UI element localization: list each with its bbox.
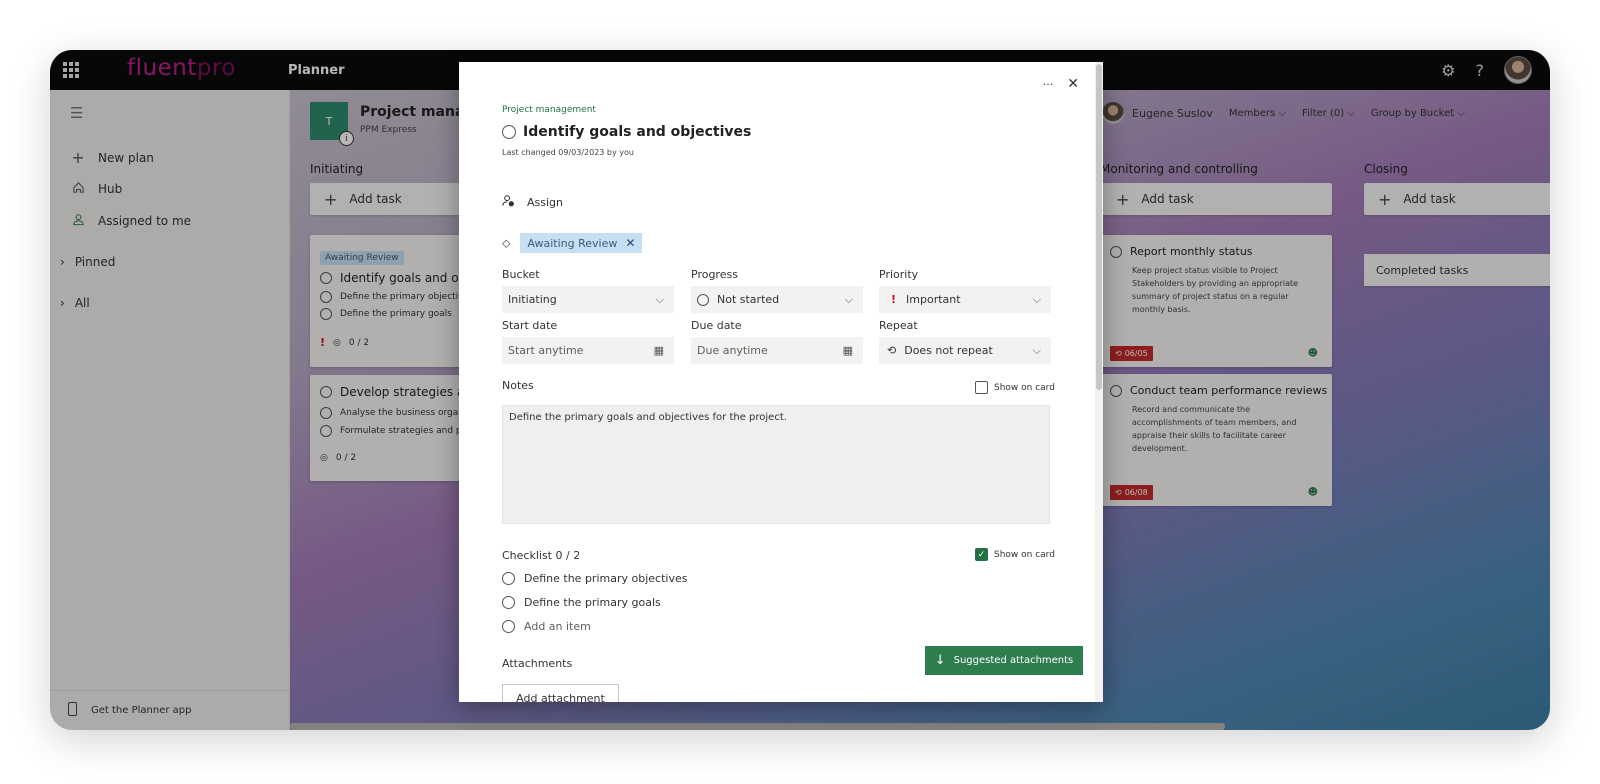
calendar-icon: ▦ <box>842 344 853 357</box>
start-date-label: Start date <box>502 319 558 332</box>
assign-person-icon <box>502 194 515 210</box>
chevron-down-icon: ⌵ <box>1032 343 1041 357</box>
calendar-icon: ▦ <box>653 344 664 357</box>
dialog-actions: ··· ✕ <box>1043 76 1079 92</box>
label-tag[interactable]: Awaiting Review ✕ <box>520 233 643 253</box>
chevron-down-icon: ⌵ <box>844 292 853 306</box>
add-item-circle-icon <box>502 620 515 633</box>
checklist-item[interactable]: Define the primary goals <box>502 596 661 609</box>
repeat-label: Repeat <box>879 319 918 332</box>
add-attachment-button[interactable]: Add attachment <box>502 684 619 702</box>
app-window: fluentpro Planner ⚙ ? ☰ + New plan Hub A… <box>50 50 1550 730</box>
remove-label-icon[interactable]: ✕ <box>625 236 635 250</box>
more-options-icon[interactable]: ··· <box>1043 78 1054 91</box>
not-started-icon <box>697 293 709 306</box>
chevron-down-icon: ⌵ <box>1032 292 1041 306</box>
bucket-dropdown[interactable]: Initiating ⌵ <box>502 286 674 313</box>
checklist-item[interactable]: Define the primary objectives <box>502 572 687 585</box>
suggested-attachments-button[interactable]: ↓ Suggested attachments <box>925 646 1083 675</box>
bucket-label: Bucket <box>502 268 540 281</box>
add-checklist-item-input[interactable]: Add an item <box>502 620 591 633</box>
task-title-row: Identify goals and objectives <box>502 124 751 140</box>
checklist-circle-icon[interactable] <box>502 572 515 585</box>
vertical-scrollbar[interactable] <box>1095 62 1103 702</box>
priority-label: Priority <box>879 268 919 281</box>
notes-label: Notes <box>502 379 534 392</box>
checklist-label: Checklist 0 / 2 <box>502 549 581 562</box>
due-date-field[interactable]: Due anytime ▦ <box>691 337 863 364</box>
checklist-circle-icon[interactable] <box>502 596 515 609</box>
notes-show-on-card[interactable]: Show on card <box>975 381 1055 394</box>
priority-dropdown[interactable]: ! Important ⌵ <box>879 286 1051 313</box>
chevron-down-icon: ⌵ <box>655 292 664 306</box>
arrow-down-icon: ↓ <box>934 653 946 668</box>
repeat-icon: ⟲ <box>887 344 897 357</box>
tag-icon[interactable]: ⬦ <box>502 236 510 251</box>
task-title[interactable]: Identify goals and objectives <box>523 124 751 140</box>
checkbox-checked-icon[interactable]: ✓ <box>975 548 988 561</box>
attachments-label: Attachments <box>502 657 573 670</box>
last-changed: Last changed 09/03/2023 by you <box>502 148 634 157</box>
repeat-dropdown[interactable]: ⟲ Does not repeat ⌵ <box>879 337 1051 364</box>
start-date-field[interactable]: Start anytime ▦ <box>502 337 674 364</box>
labels-row: ⬦ Awaiting Review ✕ <box>502 233 643 253</box>
close-icon[interactable]: ✕ <box>1067 76 1079 92</box>
task-details-dialog: ··· ✕ Project management Identify goals … <box>459 62 1103 702</box>
complete-circle-icon[interactable] <box>502 125 516 139</box>
assign-button[interactable]: Assign <box>502 194 563 210</box>
due-date-label: Due date <box>691 319 742 332</box>
progress-dropdown[interactable]: Not started ⌵ <box>691 286 863 313</box>
checklist-show-on-card[interactable]: ✓ Show on card <box>975 548 1055 561</box>
priority-important-icon: ! <box>891 293 897 306</box>
notes-textarea[interactable]: Define the primary goals and objectives … <box>502 405 1050 524</box>
plan-name: Project management <box>502 105 596 115</box>
checkbox-unchecked-icon[interactable] <box>975 381 988 394</box>
progress-label: Progress <box>691 268 738 281</box>
